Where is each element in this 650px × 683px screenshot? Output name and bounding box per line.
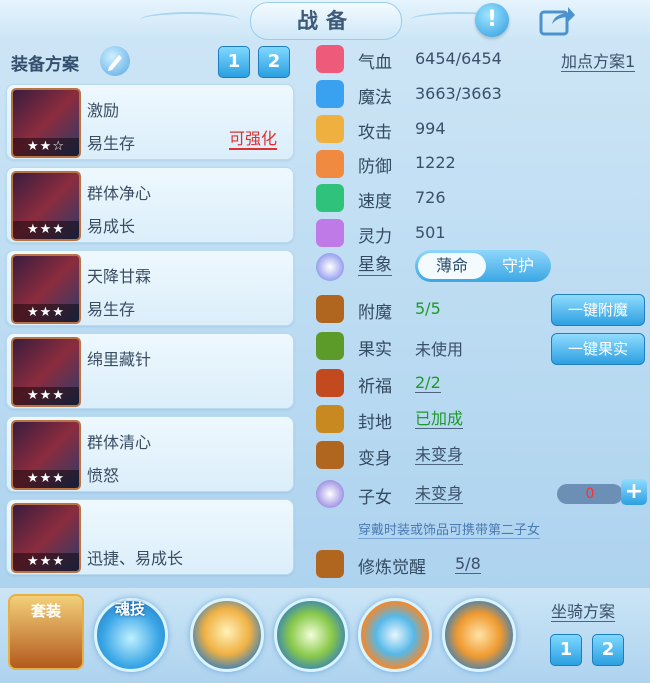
equip-card-4[interactable]: ★★★ 绵里藏针	[6, 333, 294, 409]
star-rating: ★★★	[13, 470, 79, 488]
sword-icon	[316, 115, 344, 143]
header-ornament-left	[140, 12, 240, 28]
star-rating: ★★★	[13, 387, 79, 405]
stat-label-speed: 速度	[358, 192, 392, 212]
spirit-icon	[316, 219, 344, 247]
equip-thumb: ★★★	[11, 254, 81, 324]
stat-value-attack: 994	[415, 119, 446, 138]
second-child-tip[interactable]: 穿戴时装或饰品可携带第二子女	[358, 519, 541, 539]
card-name: 天降甘霖	[87, 267, 152, 286]
cultivate-icon	[316, 550, 344, 578]
suit-button[interactable]: 套装	[8, 594, 84, 670]
equip-thumb: ★★★	[11, 171, 81, 241]
star-rating: ★★★	[13, 221, 79, 239]
fruit-value: 未使用	[415, 340, 464, 359]
equip-card-2[interactable]: ★★★ 群体净心 易成长	[6, 167, 294, 243]
equip-thumb: ★★☆	[11, 88, 81, 158]
suit-label: 套装	[30, 602, 61, 620]
xingxiang-option-2[interactable]: 守护	[488, 253, 548, 279]
skill-orb-3[interactable]	[358, 598, 432, 672]
fief-label: 封地	[358, 413, 392, 433]
skill-orb-4[interactable]	[442, 598, 516, 672]
speed-icon	[316, 184, 344, 212]
enchant-label: 附魔	[358, 303, 392, 323]
stat-value-speed: 726	[415, 188, 446, 207]
shield-icon	[316, 150, 344, 178]
fief-value[interactable]: 已加成	[415, 409, 464, 429]
child-label: 子女	[358, 488, 392, 508]
card-trait: 易生存	[87, 300, 136, 319]
transform-icon	[316, 441, 344, 469]
star-icon	[316, 253, 344, 281]
xingxiang-option-1[interactable]: 薄命	[418, 253, 486, 279]
child-icon	[316, 480, 344, 508]
mount-plan-button-1[interactable]: 1	[550, 634, 582, 666]
card-trait: 迅捷、易成长	[87, 549, 184, 568]
child-value[interactable]: 未变身	[415, 484, 464, 504]
plus-icon[interactable]: +	[621, 479, 647, 505]
enchant-value: 5/5	[415, 299, 441, 318]
stat-value-hp: 6454/6454	[415, 49, 502, 68]
fruit-icon	[316, 332, 344, 360]
pray-label: 祈福	[358, 377, 392, 397]
skill-orb-1[interactable]	[190, 598, 264, 672]
card-name: 绵里藏针	[87, 350, 152, 369]
one-click-fruit-button[interactable]: 一键果实	[551, 333, 645, 365]
star-rating: ★★★	[13, 553, 79, 571]
child-count: 0	[557, 484, 623, 504]
equip-card-6[interactable]: ★★★ 迅捷、易成长	[6, 499, 294, 575]
question-icon[interactable]: !	[475, 3, 509, 37]
stat-value-defense: 1222	[415, 153, 456, 172]
equip-plan-button-1[interactable]: 1	[218, 46, 250, 78]
equip-thumb: ★★★	[11, 420, 81, 490]
add-point-plan-link[interactable]: 加点方案1	[561, 52, 636, 72]
equip-plan-label: 装备方案	[11, 55, 79, 75]
page-title: 战备	[250, 2, 402, 40]
transform-value[interactable]: 未变身	[415, 445, 464, 465]
one-click-enchant-button[interactable]: 一键附魔	[551, 294, 645, 326]
card-name: 激励	[87, 101, 120, 120]
xingxiang-label[interactable]: 星象	[358, 256, 392, 276]
card-trait: 易生存	[87, 134, 136, 153]
stat-label-attack: 攻击	[358, 123, 392, 143]
equip-thumb: ★★★	[11, 337, 81, 407]
soul-skill-label: 魂技	[114, 600, 145, 618]
equip-card-3[interactable]: ★★★ 天降甘霖 易生存	[6, 250, 294, 326]
star-rating: ★★★	[13, 304, 79, 322]
equip-card-1[interactable]: ★★☆ 激励 易生存 可强化	[6, 84, 294, 160]
equip-thumb: ★★★	[11, 503, 81, 573]
pray-value[interactable]: 2/2	[415, 373, 441, 393]
transform-label: 变身	[358, 449, 392, 469]
stat-value-spirit: 501	[415, 223, 446, 242]
upgrade-link[interactable]: 可强化	[229, 130, 278, 150]
enchant-icon	[316, 295, 344, 323]
heart-icon	[316, 45, 344, 73]
pray-icon	[316, 369, 344, 397]
cultivate-value[interactable]: 5/8	[455, 554, 481, 574]
mana-icon	[316, 80, 344, 108]
stat-label-spirit: 灵力	[358, 227, 392, 247]
stat-label-defense: 防御	[358, 157, 392, 177]
equip-card-5[interactable]: ★★★ 群体清心 愤怒	[6, 416, 294, 492]
cultivate-label: 修炼觉醒	[358, 558, 426, 578]
star-rating: ★★☆	[13, 138, 79, 156]
stat-value-mp: 3663/3663	[415, 84, 502, 103]
card-name: 群体清心	[87, 433, 152, 452]
share-icon[interactable]	[538, 4, 576, 36]
fruit-label: 果实	[358, 340, 392, 360]
skill-orb-2[interactable]	[274, 598, 348, 672]
card-name: 群体净心	[87, 184, 152, 203]
card-trait: 愤怒	[87, 466, 120, 485]
stat-label-hp: 气血	[358, 53, 392, 73]
edit-icon[interactable]	[100, 46, 130, 76]
stat-label-mp: 魔法	[358, 88, 392, 108]
mount-plan-button-2[interactable]: 2	[592, 634, 624, 666]
card-trait: 易成长	[87, 217, 136, 236]
fief-icon	[316, 405, 344, 433]
mount-plan-label[interactable]: 坐骑方案	[551, 602, 616, 622]
equip-plan-button-2[interactable]: 2	[258, 46, 290, 78]
